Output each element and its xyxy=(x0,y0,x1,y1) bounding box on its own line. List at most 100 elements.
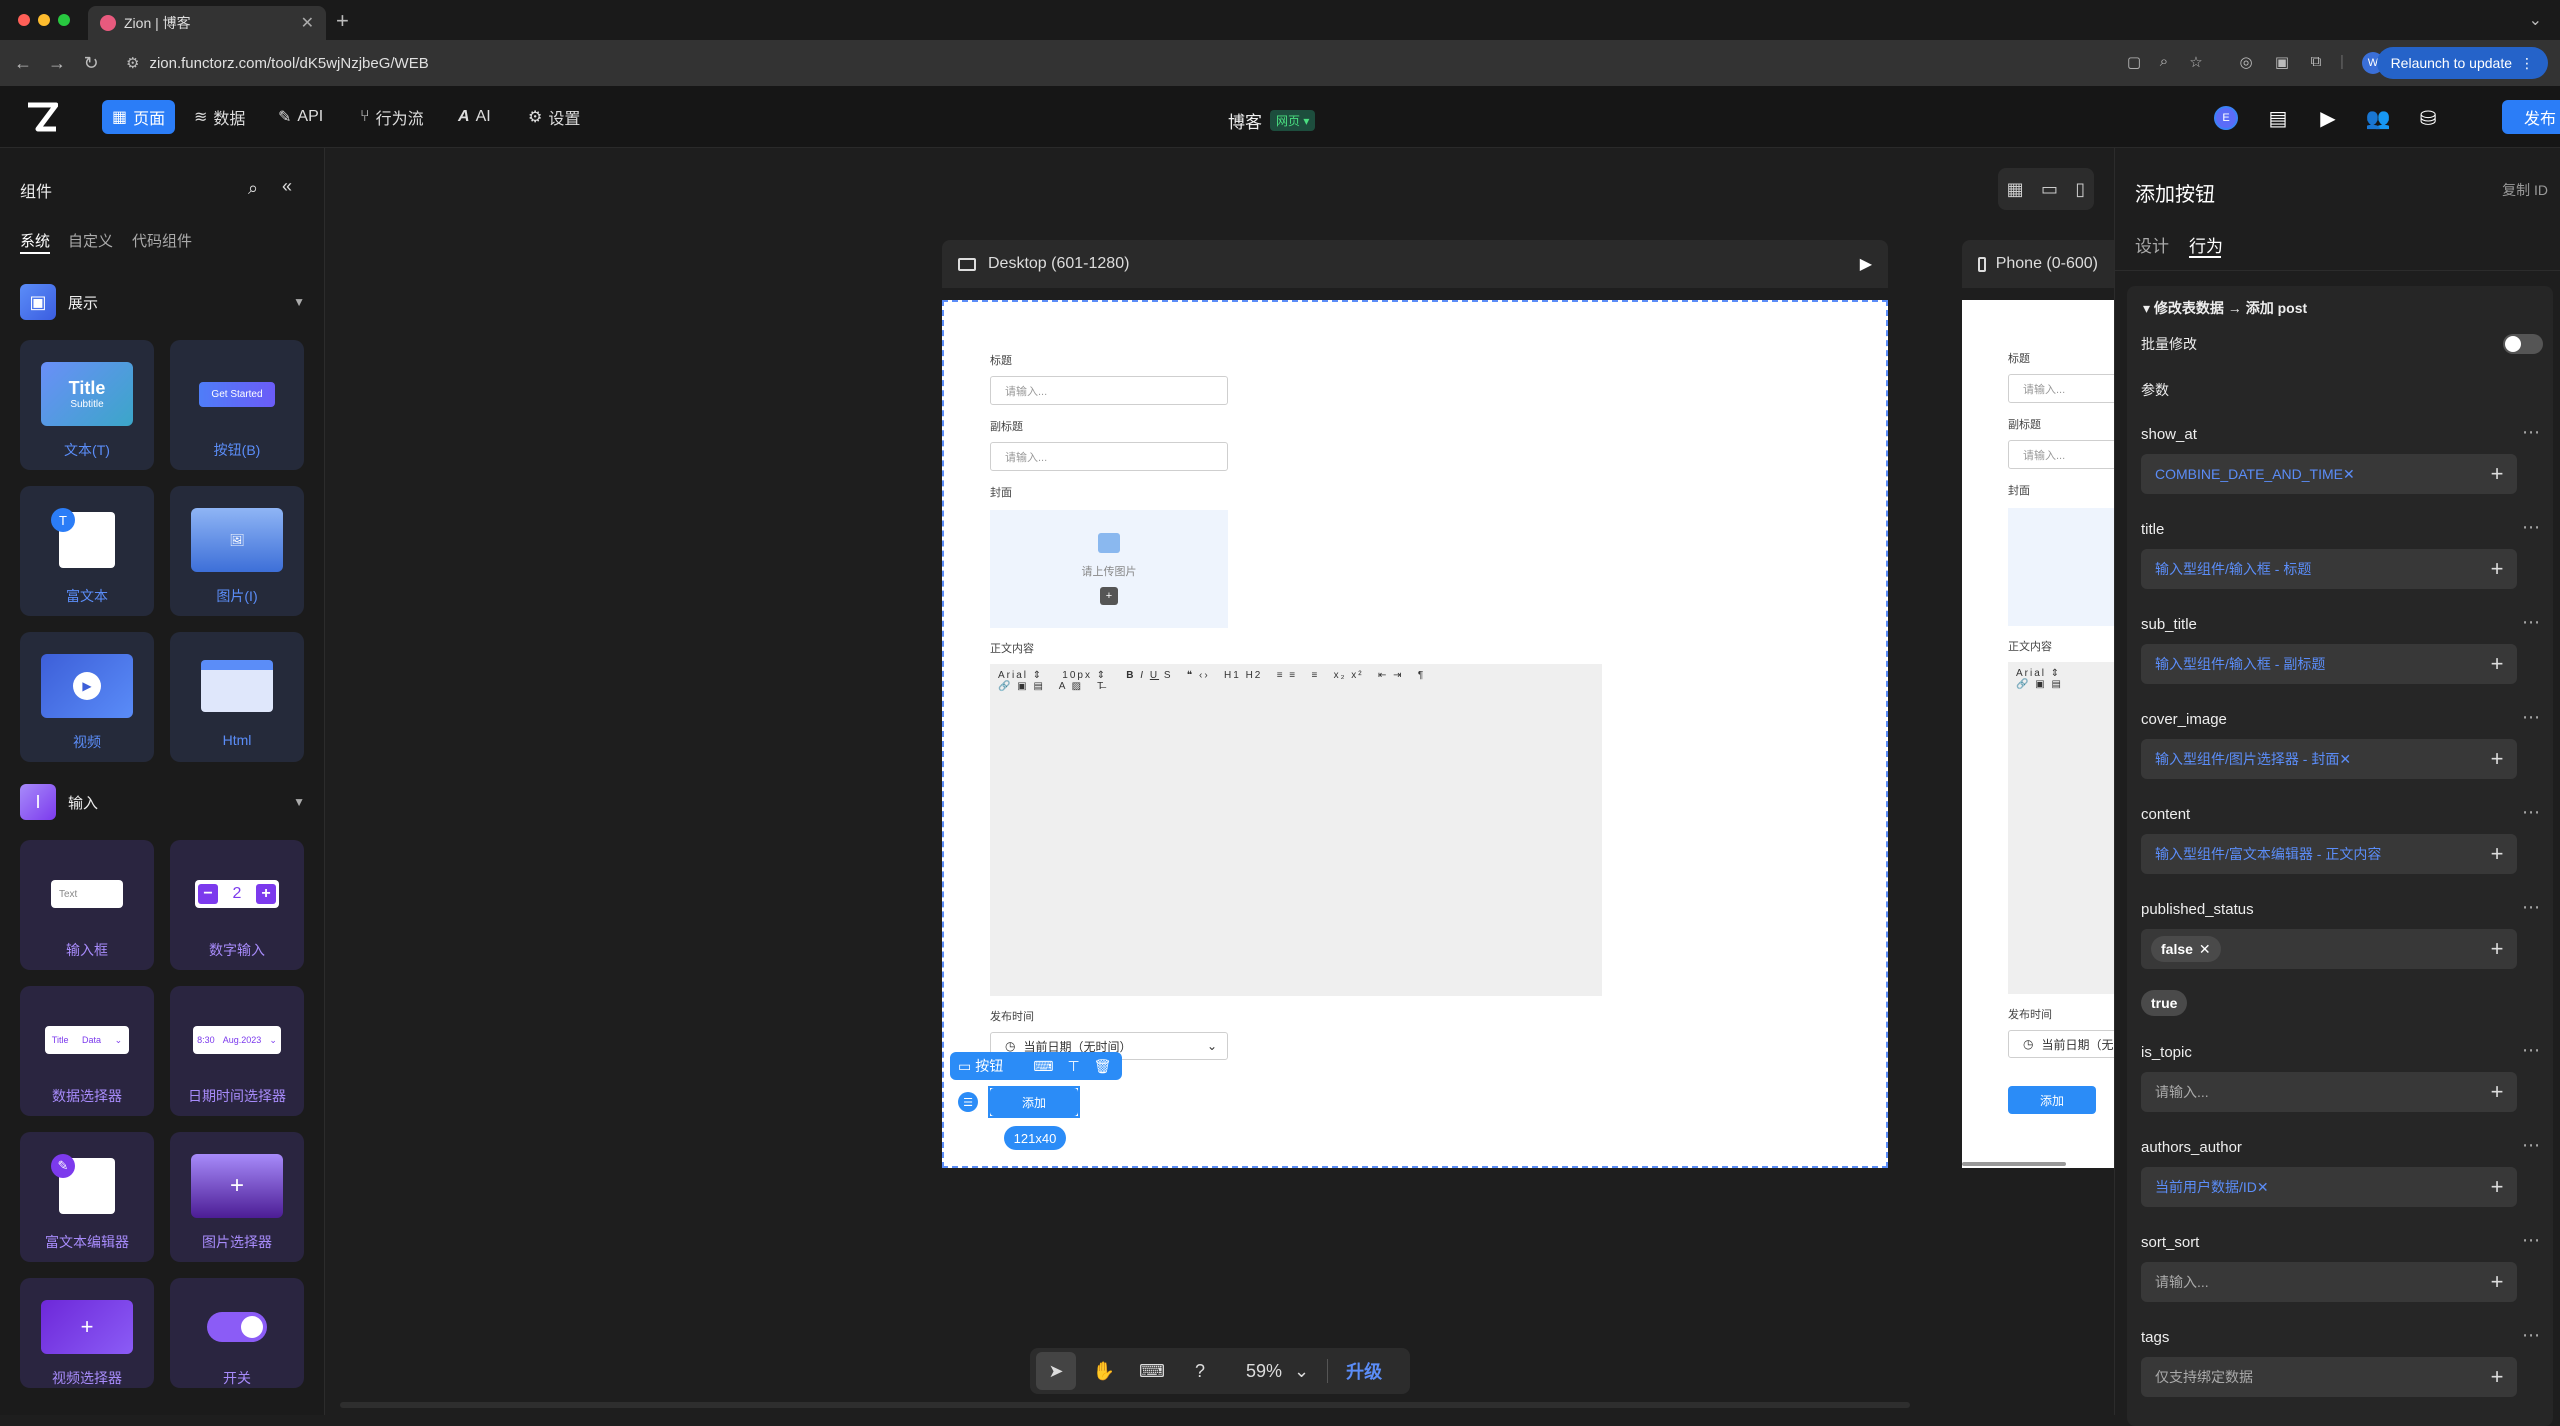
forward-arrow-icon[interactable]: → xyxy=(40,53,74,74)
add-post-button[interactable]: 添加 xyxy=(2008,1086,2096,1114)
users-icon[interactable]: 👥 xyxy=(2364,104,2392,132)
tab-custom[interactable]: 自定义 xyxy=(68,230,113,251)
remove-binding-icon[interactable]: ✕ xyxy=(2343,466,2355,483)
page-type-badge[interactable]: 网页 ▾ xyxy=(1270,110,1316,131)
nav-tab-pages[interactable]: ▦ 页面 xyxy=(102,100,176,134)
tab-behavior[interactable]: 行为 xyxy=(2189,232,2223,257)
database-settings-icon[interactable]: ⛁ xyxy=(2414,104,2442,132)
clipboard-icon[interactable]: ▢ xyxy=(2124,53,2144,73)
param-value-field[interactable]: 请输入... + xyxy=(2141,1072,2517,1112)
subtitle-input[interactable]: 请输入... xyxy=(990,442,1228,471)
add-binding-icon[interactable]: + xyxy=(2477,1262,2517,1302)
subtitle-input[interactable]: 请输入... xyxy=(2008,440,2114,469)
drag-handle-icon[interactable]: ☰ xyxy=(958,1092,978,1112)
url-field[interactable]: ⚙ zion.functorz.com/tool/dK5wjNzjbeG/WEB xyxy=(126,48,429,78)
zoom-icon[interactable]: ⌕ xyxy=(2154,53,2174,73)
add-binding-icon[interactable]: + xyxy=(2477,739,2517,779)
component-card-video[interactable]: ▶ 视频 xyxy=(20,632,154,762)
component-card-rich-text[interactable]: T 富文本 xyxy=(20,486,154,616)
component-card-datetime-picker[interactable]: 8:30 Aug.2023 ⌄ 日期时间选择器 xyxy=(170,986,304,1116)
font-size-select[interactable]: 10px xyxy=(1062,670,1092,681)
nav-tab-ai[interactable]: A AI xyxy=(448,100,501,134)
preview-play-icon[interactable]: ▶ xyxy=(2314,104,2342,132)
close-tab-icon[interactable]: ✕ xyxy=(301,13,314,33)
remove-chip-icon[interactable]: ✕ xyxy=(2199,941,2211,958)
param-value-field[interactable]: COMBINE_DATE_AND_TIME ✕ + xyxy=(2141,454,2517,494)
cover-image-upload[interactable]: 请上传图片 + xyxy=(990,510,1228,628)
collaborator-avatar[interactable]: E xyxy=(2212,104,2240,132)
hand-tool-icon[interactable]: ✋ xyxy=(1084,1352,1124,1390)
nav-tab-settings[interactable]: ⚙ 设置 xyxy=(518,100,590,134)
component-card-text[interactable]: Title Subtitle 文本(T) xyxy=(20,340,154,470)
component-card-switch[interactable]: 开关 xyxy=(170,1278,304,1388)
font-family-select[interactable]: Arial xyxy=(2016,668,2046,679)
remove-binding-icon[interactable]: ✕ xyxy=(2339,751,2351,768)
document-settings-icon[interactable]: ▤ xyxy=(2264,104,2292,132)
more-options-icon[interactable]: ⋯ xyxy=(2522,1325,2541,1346)
nav-tab-flow[interactable]: ⑂ 行为流 xyxy=(350,100,434,134)
upgrade-button[interactable]: 升级 xyxy=(1346,1358,1382,1384)
option-chip[interactable]: true xyxy=(2141,990,2188,1016)
param-value-field[interactable]: 输入型组件/输入框 - 副标题 + xyxy=(2141,644,2517,684)
more-options-icon[interactable]: ⋯ xyxy=(2522,517,2541,538)
component-card-data-selector[interactable]: Title Data ⌄ 数据选择器 xyxy=(20,986,154,1116)
zion-logo-icon[interactable] xyxy=(26,102,58,132)
bookmark-star-icon[interactable]: ☆ xyxy=(2186,53,2206,73)
component-card-image-picker[interactable]: + 图片选择器 xyxy=(170,1132,304,1262)
font-family-select[interactable]: Arial xyxy=(998,670,1028,681)
add-binding-icon[interactable]: + xyxy=(2477,834,2517,874)
canvas-horizontal-scrollbar[interactable] xyxy=(340,1402,1910,1408)
batch-modify-toggle[interactable] xyxy=(2503,334,2543,354)
param-value-field[interactable]: 请输入... + xyxy=(2141,1262,2517,1302)
add-binding-icon[interactable]: + xyxy=(2477,929,2517,969)
rte-toolbar[interactable]: Arial ⇕ 10px ⇕ B I U S ❝ ‹› H1 H2 ≡ ≡ ≡ … xyxy=(998,670,1425,692)
site-info-icon[interactable]: ⚙ xyxy=(126,54,139,72)
param-value-field[interactable]: 输入型组件/富文本编辑器 - 正文内容 + xyxy=(2141,834,2517,874)
collapse-sidebar-icon[interactable]: « xyxy=(282,176,292,197)
more-options-icon[interactable]: ⋯ xyxy=(2522,612,2541,633)
more-options-icon[interactable]: ⋯ xyxy=(2522,707,2541,728)
component-card-input[interactable]: Text 输入框 xyxy=(20,840,154,970)
extension-h-icon[interactable]: ▣ xyxy=(2272,53,2292,73)
component-card-image[interactable]: 🖼 图片(I) xyxy=(170,486,304,616)
component-card-button[interactable]: Get Started 按钮(B) xyxy=(170,340,304,470)
component-card-rich-text-editor[interactable]: ✎ 富文本编辑器 xyxy=(20,1132,154,1262)
grid-view-icon[interactable]: ▦ xyxy=(2007,179,2024,200)
add-binding-icon[interactable]: + xyxy=(2477,1167,2517,1207)
action-header[interactable]: ▾ 修改表数据 → 添加 post xyxy=(2143,298,2307,318)
more-options-icon[interactable]: ⋯ xyxy=(2522,1230,2541,1251)
phone-canvas[interactable]: 标题 请输入... 副标题 请输入... 封面 正文内容 Arial ⇕ 🔗 ▣ … xyxy=(1962,300,2114,1168)
new-tab-button[interactable]: + xyxy=(336,8,349,34)
add-binding-icon[interactable]: + xyxy=(2477,549,2517,589)
back-arrow-icon[interactable]: ← xyxy=(6,53,40,74)
publish-date-select[interactable]: ◷ 当前日期（无时间） xyxy=(2008,1030,2114,1058)
publish-button[interactable]: 发布 xyxy=(2502,100,2560,134)
param-value-field[interactable]: false ✕ + xyxy=(2141,929,2517,969)
close-window-button[interactable] xyxy=(18,14,30,26)
selection-outline[interactable] xyxy=(988,1086,1080,1118)
remove-binding-icon[interactable]: ✕ xyxy=(2257,1179,2269,1196)
param-value-field[interactable]: 仅支持绑定数据 + xyxy=(2141,1357,2517,1397)
rich-text-editor[interactable]: Arial ⇕ 🔗 ▣ ▤ xyxy=(2008,662,2114,994)
preview-play-icon[interactable]: ▶ xyxy=(1860,254,1872,274)
rte-toolbar[interactable]: Arial ⇕ 🔗 ▣ ▤ xyxy=(2016,668,2063,690)
desktop-frame-header[interactable]: Desktop (601-1280) ▶ xyxy=(942,240,1888,288)
phone-horizontal-scrollbar[interactable] xyxy=(1962,1162,2066,1166)
param-value-field[interactable]: 输入型组件/输入框 - 标题 + xyxy=(2141,549,2517,589)
search-icon[interactable]: ⌕ xyxy=(248,178,258,199)
nav-tab-api[interactable]: ✎ API xyxy=(268,100,333,134)
comment-icon[interactable]: ⌨ xyxy=(1033,1058,1053,1075)
minimize-window-button[interactable] xyxy=(38,14,50,26)
tab-code-components[interactable]: 代码组件 xyxy=(132,230,192,251)
section-input-header[interactable]: I 输入 ▼ xyxy=(20,782,305,822)
add-binding-icon[interactable]: + xyxy=(2477,1072,2517,1112)
desktop-canvas[interactable]: 标题 请输入... 副标题 请输入... 封面 请上传图片 + 正文内容 Ari… xyxy=(942,300,1888,1168)
nav-tab-data[interactable]: ≋ 数据 xyxy=(184,100,255,134)
tab-system[interactable]: 系统 xyxy=(20,230,50,251)
param-value-field[interactable]: 输入型组件/图片选择器 - 封面 ✕ + xyxy=(2141,739,2517,779)
more-options-icon[interactable]: ⋯ xyxy=(2522,422,2541,443)
help-icon[interactable]: ? xyxy=(1180,1352,1220,1390)
more-options-icon[interactable]: ⋯ xyxy=(2522,1040,2541,1061)
title-input[interactable]: 请输入... xyxy=(2008,374,2114,403)
tab-list-chevron-icon[interactable]: ⌄ xyxy=(2529,10,2542,30)
